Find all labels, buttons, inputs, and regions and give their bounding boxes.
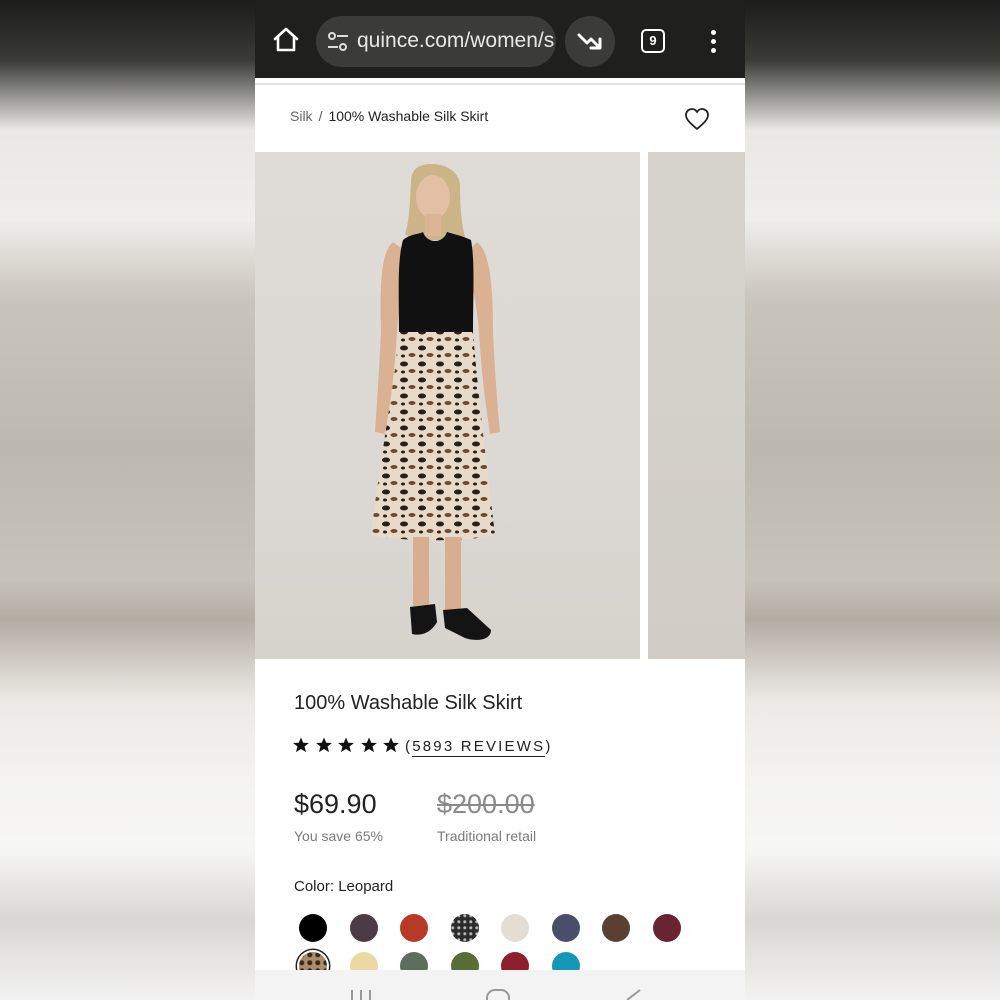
color-swatch[interactable] (652, 914, 681, 942)
site-settings-icon[interactable] (326, 30, 350, 54)
breadcrumb: Silk / 100% Washable Silk Skirt (290, 108, 488, 124)
color-value: Leopard (338, 878, 394, 895)
tabs-icon[interactable]: 9 (641, 29, 665, 53)
star-icon (338, 737, 354, 753)
star-icon (315, 737, 332, 753)
home-nav-icon[interactable] (486, 989, 510, 1000)
breadcrumb-current: 100% Washable Silk Skirt (328, 108, 489, 124)
color-swatch[interactable] (349, 914, 378, 942)
home-icon[interactable] (271, 25, 301, 55)
star-icon (293, 737, 309, 753)
star-icon (383, 737, 399, 753)
url-text: quince.com/women/s (357, 29, 555, 52)
back-icon[interactable] (626, 989, 641, 1000)
next-product-image[interactable] (648, 152, 745, 659)
color-swatch[interactable] (400, 914, 428, 942)
price-tracking-button[interactable] (565, 16, 615, 67)
color-label: Color: Leopard (294, 878, 393, 895)
recent-apps-icon[interactable] (351, 990, 371, 1000)
reviews-close-paren: ) (545, 738, 553, 755)
trending-down-icon (577, 33, 602, 50)
heart-icon[interactable] (684, 107, 710, 131)
savings-note: You save 65% (294, 828, 383, 844)
reviews-link[interactable]: (5893 REVIEWS) (405, 738, 553, 757)
color-swatch[interactable] (299, 914, 327, 942)
product-image[interactable] (255, 152, 640, 659)
sale-price: $69.90 (294, 789, 377, 819)
color-swatch[interactable] (602, 914, 630, 942)
reviews-count: 5893 REVIEWS (412, 738, 546, 757)
star-rating (292, 736, 405, 760)
color-label-prefix: Color: (294, 878, 335, 895)
original-price: $200.00 (437, 789, 535, 819)
page-divider (255, 83, 745, 85)
address-bar[interactable]: quince.com/women/s (316, 16, 556, 67)
product-title: 100% Washable Silk Skirt (294, 692, 523, 714)
color-swatch[interactable] (501, 914, 529, 942)
retail-note: Traditional retail (437, 828, 537, 844)
breadcrumb-separator: / (318, 108, 323, 124)
more-vert-icon[interactable] (703, 28, 725, 56)
system-nav-bar (255, 970, 745, 1000)
color-swatch[interactable] (450, 914, 479, 942)
browser-toolbar: quince.com/women/s 9 (255, 0, 745, 78)
breadcrumb-link-silk[interactable]: Silk (290, 108, 313, 124)
model-illustration (371, 164, 500, 640)
phone-screen: quince.com/women/s 9 Silk / 100% Washable … (255, 0, 745, 1000)
color-swatch[interactable] (551, 914, 580, 942)
star-icon (360, 737, 377, 753)
